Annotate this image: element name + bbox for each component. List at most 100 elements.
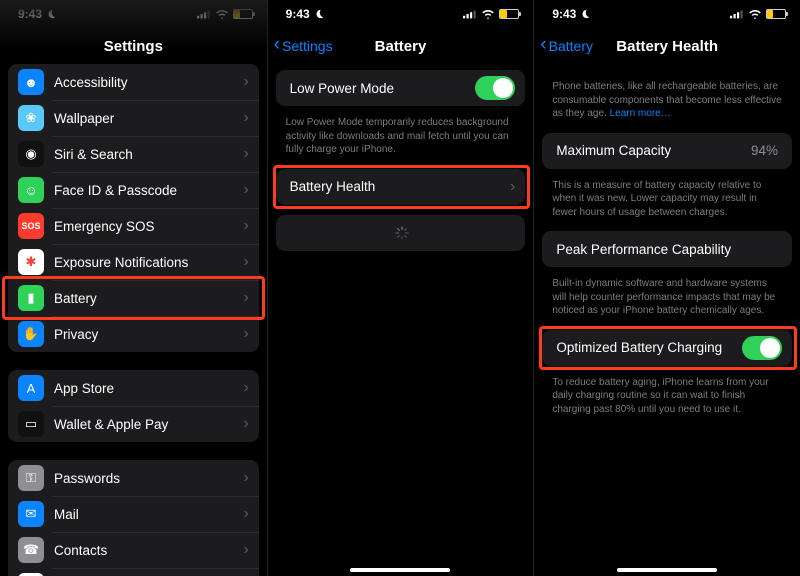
- back-button[interactable]: ‹ Battery: [540, 28, 593, 64]
- settings-row-label: Emergency SOS: [54, 219, 233, 234]
- chevron-right-icon: ›: [243, 253, 248, 271]
- status-bar: 9:43: [268, 0, 534, 28]
- page-title: Battery: [375, 38, 427, 55]
- battery-panel: 9:43 ‹ Settings Battery Low Power Mode L…: [267, 0, 534, 576]
- settings-row-battery[interactable]: ▮Battery›: [8, 280, 259, 316]
- settings-row-face-id-passcode[interactable]: ☺Face ID & Passcode›: [8, 172, 259, 208]
- wallet-icon: ▭: [18, 411, 44, 437]
- chevron-right-icon: ›: [243, 145, 248, 163]
- home-indicator[interactable]: [350, 568, 450, 572]
- contacts-icon: ☎: [18, 537, 44, 563]
- settings-row-label: Wallet & Apple Pay: [54, 417, 233, 432]
- battery-indicator-icon: [766, 9, 786, 19]
- chevron-right-icon: ›: [243, 505, 248, 523]
- settings-row-label: Wallpaper: [54, 111, 233, 126]
- learn-more-link[interactable]: Learn more…: [610, 108, 671, 119]
- status-time: 9:43: [552, 7, 576, 21]
- chevron-right-icon: ›: [243, 217, 248, 235]
- settings-row-label: Accessibility: [54, 75, 233, 90]
- settings-row-label: Contacts: [54, 543, 233, 558]
- page-title: Settings: [104, 38, 163, 55]
- wallpaper-icon: ❀: [18, 105, 44, 131]
- chevron-right-icon: ›: [243, 415, 248, 433]
- settings-row-mail[interactable]: ✉ Mail ›: [8, 496, 259, 532]
- wifi-icon: [481, 9, 495, 19]
- settings-row-label: App Store: [54, 381, 233, 396]
- mail-icon: ✉: [18, 501, 44, 527]
- optimized-charging-label: Optimized Battery Charging: [556, 340, 732, 355]
- settings-row-siri-search[interactable]: ◉Siri & Search›: [8, 136, 259, 172]
- low-power-toggle[interactable]: [475, 76, 515, 100]
- peak-performance-row[interactable]: Peak Performance Capability: [542, 231, 792, 267]
- settings-row-privacy[interactable]: ✋ Privacy ›: [8, 316, 259, 352]
- header: Settings: [0, 28, 267, 64]
- optimized-charging-toggle[interactable]: [742, 336, 782, 360]
- settings-row-wallpaper[interactable]: ❀ Wallpaper ›: [8, 100, 259, 136]
- chevron-right-icon: ›: [243, 379, 248, 397]
- settings-row-exposure-notifications[interactable]: ✱Exposure Notifications›: [8, 244, 259, 280]
- settings-row-app-store[interactable]: A App Store ›: [8, 370, 259, 406]
- optimized-charging-row[interactable]: Optimized Battery Charging: [542, 330, 792, 366]
- max-capacity-row[interactable]: Maximum Capacity 94%: [542, 133, 792, 169]
- settings-row-label: Exposure Notifications: [54, 255, 233, 270]
- cell-signal-icon: [197, 9, 211, 19]
- settings-row-wallet-apple-pay[interactable]: ▭ Wallet & Apple Pay ›: [8, 406, 259, 442]
- accessibility-icon: ☻: [18, 69, 44, 95]
- max-capacity-group: Maximum Capacity 94%: [542, 133, 792, 169]
- peak-performance-group: Peak Performance Capability: [542, 231, 792, 267]
- status-time: 9:43: [286, 7, 310, 21]
- cell-signal-icon: [730, 9, 744, 19]
- dnd-icon: [314, 9, 324, 19]
- settings-row-calendar[interactable]: ▦Calendar›: [8, 568, 259, 576]
- chevron-right-icon: ›: [243, 73, 248, 91]
- home-indicator[interactable]: [617, 568, 717, 572]
- max-capacity-caption: This is a measure of battery capacity re…: [534, 179, 800, 232]
- status-bar: 9:43: [0, 0, 267, 28]
- peak-performance-label: Peak Performance Capability: [556, 242, 782, 257]
- chevron-right-icon: ›: [243, 325, 248, 343]
- settings-row-contacts[interactable]: ☎ Contacts ›: [8, 532, 259, 568]
- low-power-caption: Low Power Mode temporarily reduces backg…: [268, 116, 534, 169]
- settings-row-label: Privacy: [54, 327, 233, 342]
- page-title: Battery Health: [616, 38, 718, 55]
- chevron-right-icon: ›: [243, 541, 248, 559]
- settings-row-passwords[interactable]: ⚿Passwords›: [8, 460, 259, 496]
- settings-row-label: Siri & Search: [54, 147, 233, 162]
- battery-health-group: Battery Health ›: [276, 169, 526, 205]
- dnd-icon: [580, 9, 590, 19]
- low-power-group: Low Power Mode: [276, 70, 526, 106]
- chevron-right-icon: ›: [243, 109, 248, 127]
- chevron-right-icon: ›: [243, 181, 248, 199]
- battery-indicator-icon: [499, 9, 519, 19]
- settings-row-label: Mail: [54, 507, 233, 522]
- sos-icon: SOS: [18, 213, 44, 239]
- low-power-mode-row[interactable]: Low Power Mode: [276, 70, 526, 106]
- chevron-left-icon: ‹: [274, 35, 280, 54]
- battery-health-label: Battery Health: [290, 179, 500, 194]
- settings-row-emergency-sos[interactable]: SOS Emergency SOS ›: [8, 208, 259, 244]
- settings-group-b: A App Store › ▭ Wallet & Apple Pay ›: [8, 370, 259, 442]
- max-capacity-label: Maximum Capacity: [556, 143, 741, 158]
- back-label: Battery: [549, 38, 593, 54]
- dnd-icon: [46, 9, 56, 19]
- back-button[interactable]: ‹ Settings: [274, 28, 333, 64]
- privacy-icon: ✋: [18, 321, 44, 347]
- settings-row-accessibility[interactable]: ☻ Accessibility ›: [8, 64, 259, 100]
- max-capacity-value: 94%: [751, 143, 778, 158]
- loading-row: [276, 215, 526, 251]
- intro-caption: Phone batteries, like all rechargeable b…: [534, 70, 800, 133]
- faceid-icon: ☺: [18, 177, 44, 203]
- optimized-charging-group: Optimized Battery Charging: [542, 330, 792, 366]
- chevron-right-icon: ›: [510, 178, 515, 196]
- peak-performance-caption: Built-in dynamic software and hardware s…: [534, 277, 800, 330]
- battery-health-row[interactable]: Battery Health ›: [276, 169, 526, 205]
- wifi-icon: [748, 9, 762, 19]
- settings-row-label: Battery: [54, 291, 233, 306]
- status-bar: 9:43: [534, 0, 800, 28]
- battery-health-panel: 9:43 ‹ Battery Battery Health Phone batt…: [533, 0, 800, 576]
- appstore-icon: A: [18, 375, 44, 401]
- cell-signal-icon: [463, 9, 477, 19]
- settings-panel: 9:43 Settings ☻ Accessibility › ❀ Wallpaper ›…: [0, 0, 267, 576]
- header: ‹ Battery Battery Health: [534, 28, 800, 64]
- loading-group: [276, 215, 526, 251]
